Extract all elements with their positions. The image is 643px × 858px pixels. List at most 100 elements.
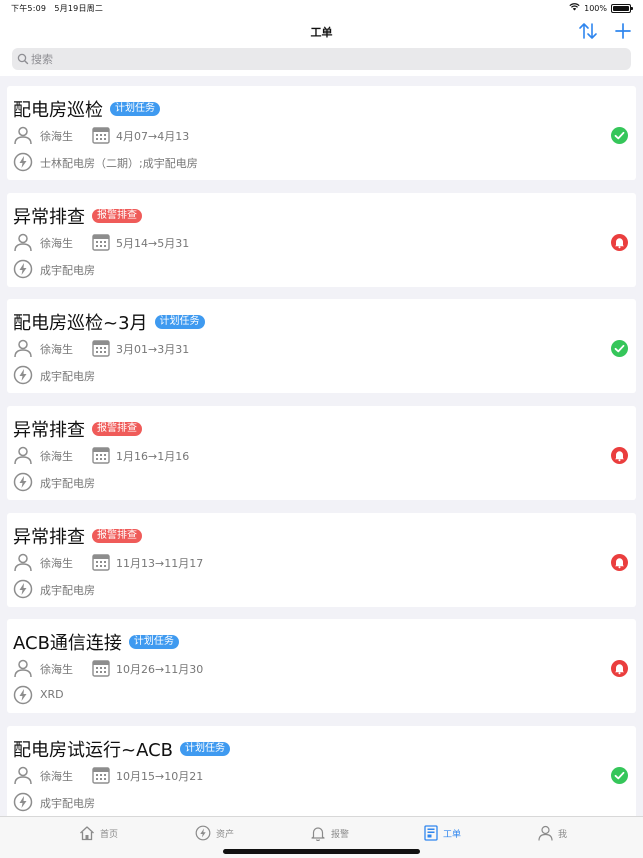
tab-home[interactable]: 首页 <box>79 825 118 841</box>
date-range: 10月15→10月21 <box>116 770 204 783</box>
card-location-row: 成宇配电房 <box>13 579 613 599</box>
card-meta-row: 徐海生 5月14→5月31 <box>13 232 613 252</box>
work-order-card[interactable]: 配电房巡检~3月 计划任务 徐海生 3月01→3月31 成宇配电房 <box>7 299 636 393</box>
status-right: 100% <box>569 3 633 13</box>
tab-work-orders[interactable]: 工单 <box>424 825 461 841</box>
bolt-icon <box>195 825 211 841</box>
person-icon <box>14 233 32 252</box>
card-meta-row: 徐海生 10月26→11月30 <box>13 658 613 678</box>
location: 成宇配电房 <box>40 797 95 810</box>
search-icon <box>17 53 29 65</box>
assignee: 徐海生 <box>40 130 73 143</box>
assignee: 徐海生 <box>40 237 73 250</box>
card-title-row: ACB通信连接 计划任务 <box>13 629 179 655</box>
tab-label: 资产 <box>216 829 235 840</box>
tab-me[interactable]: 我 <box>538 825 567 841</box>
status-date: 5月19日周二 <box>54 4 104 13</box>
tab-alarms[interactable]: 报警 <box>310 825 349 841</box>
work-order-card[interactable]: 配电房巡检 计划任务 徐海生 4月07→4月13 士林配电房（二期）;成宇配电房 <box>7 86 636 180</box>
completed-status-icon <box>611 340 628 357</box>
alarm-status-icon <box>611 447 628 464</box>
bolt-icon <box>13 365 33 385</box>
card-meta-row: 徐海生 4月07→4月13 <box>13 125 613 145</box>
card-title-row: 配电房试运行~ACB 计划任务 <box>13 736 230 762</box>
task-type-badge: 计划任务 <box>154 315 205 329</box>
home-icon <box>80 826 94 841</box>
search-bar <box>0 46 643 76</box>
bolt-icon <box>13 472 33 492</box>
person-icon <box>14 766 32 785</box>
task-type-badge: 报警排查 <box>92 529 142 543</box>
person-icon <box>538 825 553 841</box>
card-meta-row: 徐海生 11月13→11月17 <box>13 552 613 572</box>
tab-label: 工单 <box>443 829 462 840</box>
card-title-row: 异常排查 报警排查 <box>13 203 142 229</box>
card-location-row: 士林配电房（二期）;成宇配电房 <box>13 152 613 172</box>
card-location-row: 成宇配电房 <box>13 259 613 279</box>
location: XRD <box>40 688 64 701</box>
tab-label: 我 <box>558 829 568 840</box>
date-range: 1月16→1月16 <box>116 450 190 463</box>
work-order-title: 异常排查 <box>13 527 85 548</box>
status-time-date: 下午5:09 5月19日周二 <box>11 3 103 14</box>
add-button[interactable] <box>612 20 634 42</box>
location: 士林配电房（二期）;成宇配电房 <box>40 157 198 170</box>
sort-icon <box>579 23 597 39</box>
bolt-icon <box>13 152 33 172</box>
workorder-icon <box>424 825 438 841</box>
work-order-card[interactable]: 异常排查 报警排查 徐海生 11月13→11月17 成宇配电房 <box>7 513 636 607</box>
date-range: 11月13→11月17 <box>116 557 204 570</box>
work-order-card[interactable]: 异常排查 报警排查 徐海生 5月14→5月31 成宇配电房 <box>7 193 636 287</box>
sort-button[interactable] <box>577 20 599 42</box>
work-order-card[interactable]: 异常排查 报警排查 徐海生 1月16→1月16 成宇配电房 <box>7 406 636 500</box>
home-indicator[interactable] <box>223 849 420 854</box>
nav-bar: 工单 <box>0 16 643 46</box>
task-type-badge: 计划任务 <box>180 742 230 756</box>
alarm-status-icon <box>611 554 628 571</box>
work-order-title: 异常排查 <box>13 207 85 228</box>
completed-status-icon <box>611 127 628 144</box>
card-location-row: XRD <box>13 685 613 705</box>
work-order-title: 异常排查 <box>13 420 85 441</box>
alarm-status-icon <box>611 660 628 677</box>
task-type-badge: 计划任务 <box>110 102 160 116</box>
tab-label: 报警 <box>331 829 350 840</box>
bolt-icon <box>13 792 33 812</box>
calendar-icon <box>92 234 110 251</box>
calendar-icon <box>92 127 110 144</box>
location: 成宇配电房 <box>40 370 95 383</box>
status-bar: 下午5:09 5月19日周二 100% <box>0 0 643 16</box>
bolt-icon <box>13 259 33 279</box>
work-order-title: 配电房巡检 <box>13 100 103 121</box>
date-range: 5月14→5月31 <box>116 237 190 250</box>
person-icon <box>14 659 32 678</box>
date-range: 3月01→3月31 <box>116 343 190 356</box>
assignee: 徐海生 <box>40 343 73 356</box>
location: 成宇配电房 <box>40 477 95 490</box>
card-meta-row: 徐海生 1月16→1月16 <box>13 445 613 465</box>
status-time: 下午5:09 <box>11 4 47 13</box>
card-meta-row: 徐海生 3月01→3月31 <box>13 338 613 358</box>
work-order-title: ACB通信连接 <box>13 633 122 654</box>
calendar-icon <box>92 554 110 571</box>
bolt-icon <box>13 579 33 599</box>
tab-assets[interactable]: 资产 <box>195 825 234 841</box>
card-location-row: 成宇配电房 <box>13 792 613 812</box>
assignee: 徐海生 <box>40 770 73 783</box>
person-icon <box>14 126 32 145</box>
card-location-row: 成宇配电房 <box>13 365 613 385</box>
work-order-title: 配电房试运行~ACB <box>13 740 173 761</box>
search-input[interactable] <box>31 48 621 70</box>
calendar-icon <box>92 447 110 464</box>
card-title-row: 异常排查 报警排查 <box>13 416 142 442</box>
calendar-icon <box>92 340 110 357</box>
date-range: 4月07→4月13 <box>116 130 190 143</box>
person-icon <box>14 339 32 358</box>
work-order-card[interactable]: 配电房试运行~ACB 计划任务 徐海生 10月15→10月21 成宇配电房 <box>7 726 636 820</box>
plus-icon <box>615 23 631 39</box>
work-order-card[interactable]: ACB通信连接 计划任务 徐海生 10月26→11月30 XRD <box>7 619 636 713</box>
card-meta-row: 徐海生 10月15→10月21 <box>13 765 613 785</box>
search-box[interactable] <box>12 48 631 70</box>
card-title-row: 配电房巡检~3月 计划任务 <box>13 309 205 335</box>
card-location-row: 成宇配电房 <box>13 472 613 492</box>
